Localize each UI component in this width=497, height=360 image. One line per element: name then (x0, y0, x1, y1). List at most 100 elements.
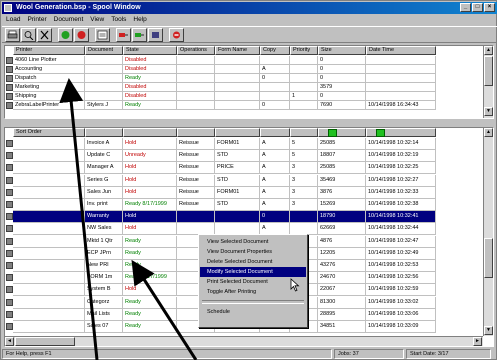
table-cell[interactable]: Hold (123, 284, 177, 297)
table-cell[interactable]: Mail Lists (85, 308, 123, 321)
column-header[interactable] (85, 128, 123, 137)
maximize-button[interactable]: □ (472, 3, 483, 12)
table-cell[interactable]: 1 (290, 92, 318, 101)
table-cell[interactable]: 0 (318, 92, 366, 101)
table-cell[interactable]: 3 (290, 199, 318, 211)
table-cell[interactable]: Ready (123, 101, 177, 110)
table-cell[interactable]: Sales 07 (85, 321, 123, 333)
table-cell[interactable]: Series G (85, 174, 123, 187)
table-cell[interactable] (215, 101, 260, 110)
scroll-thumb[interactable] (484, 238, 493, 278)
table-cell[interactable]: 18807 (318, 150, 366, 163)
table-cell[interactable]: Reissue (177, 174, 215, 187)
scroll-up-button[interactable]: ▲ (484, 46, 493, 55)
table-cell[interactable]: 10/14/1998 16:34:43 (366, 101, 436, 110)
table-cell[interactable] (366, 65, 436, 74)
context-menu-item[interactable]: View Selected Document (200, 237, 306, 247)
table-cell[interactable]: FORM01 (215, 138, 260, 150)
table-cell[interactable]: Mktd 1 Qtr (85, 235, 123, 248)
table-cell[interactable]: 35469 (318, 174, 366, 187)
printer-list-pane[interactable]: Printer Document State Operations Form Name C… (4, 45, 494, 119)
preview-button[interactable] (21, 27, 36, 42)
table-cell[interactable]: 10/14/1998 10:32:25 (366, 162, 436, 175)
menu-tools[interactable]: Tools (111, 15, 126, 25)
table-cell[interactable] (177, 56, 215, 65)
table-cell[interactable] (215, 65, 260, 74)
table-cell[interactable]: 10/14/1998 10:33:06 (366, 308, 436, 321)
column-header[interactable]: State (123, 46, 177, 55)
table-cell[interactable] (290, 101, 318, 110)
table-cell[interactable] (85, 56, 123, 65)
context-menu-item[interactable]: Schedule (200, 307, 306, 317)
table-cell[interactable]: 5 (290, 138, 318, 150)
table-cell[interactable]: 4876 (318, 235, 366, 248)
table-cell[interactable]: A (260, 138, 290, 150)
close-view-button[interactable] (169, 27, 184, 42)
table-cell[interactable] (177, 101, 215, 110)
table-cell[interactable]: NW Sales (85, 223, 123, 236)
table-cell[interactable]: Stylers J (85, 101, 123, 110)
table-cell[interactable]: 10/14/1998 10:32:44 (366, 223, 436, 236)
column-header[interactable]: Sort Order (13, 128, 85, 137)
table-cell[interactable]: Invoice A (85, 138, 123, 150)
table-cell[interactable]: Hold (123, 138, 177, 150)
table-cell[interactable]: 0 (260, 211, 290, 224)
table-cell[interactable]: 3579 (318, 83, 366, 92)
table-cell[interactable]: Hold (123, 162, 177, 175)
table-cell[interactable]: 25085 (318, 162, 366, 175)
column-header[interactable] (290, 128, 318, 137)
table-cell[interactable]: 3 (290, 186, 318, 199)
table-cell[interactable]: Disabled (123, 92, 177, 101)
context-menu-item[interactable]: Modify Selected Document (200, 267, 306, 277)
table-cell[interactable] (366, 74, 436, 83)
table-cell[interactable]: 10/14/1998 10:33:09 (366, 321, 436, 333)
table-cell[interactable]: A (260, 162, 290, 175)
table-cell[interactable] (260, 56, 290, 65)
table-cell[interactable]: Categorz (85, 296, 123, 309)
table-cell[interactable]: Update C (85, 150, 123, 163)
menu-load[interactable]: Load (6, 15, 20, 25)
table-cell[interactable] (177, 211, 215, 224)
table-cell[interactable]: Hold (123, 223, 177, 236)
table-cell[interactable] (290, 211, 318, 224)
delete-button[interactable] (37, 27, 52, 42)
table-cell[interactable]: 24670 (318, 272, 366, 285)
table-cell[interactable] (177, 65, 215, 74)
document-hscrollbar[interactable]: ◄ ► (5, 336, 483, 346)
table-cell[interactable]: A (260, 150, 290, 163)
table-cell[interactable]: System B (85, 284, 123, 297)
menu-help[interactable]: Help (133, 15, 146, 25)
table-cell[interactable]: Reissue (177, 199, 215, 211)
table-cell[interactable] (215, 74, 260, 83)
column-header[interactable]: Operations (177, 46, 215, 55)
table-cell[interactable]: FORM 1m (85, 272, 123, 285)
table-cell[interactable]: Shipping (13, 92, 85, 101)
table-cell[interactable]: 3 (290, 174, 318, 187)
column-header[interactable]: Document (85, 46, 123, 55)
title-bar[interactable]: Wool Generation.bsp - Spool Window _ □ × (2, 2, 497, 14)
table-cell[interactable]: Disabled (123, 65, 177, 74)
table-cell[interactable]: Reissue (177, 150, 215, 163)
table-cell[interactable]: Warranty (85, 211, 123, 224)
table-cell[interactable]: 3876 (318, 186, 366, 199)
context-menu-item[interactable]: Delete Selected Document (200, 257, 306, 267)
table-cell[interactable]: 10/14/1998 10:32:53 (366, 260, 436, 272)
context-menu-item[interactable]: View Document Properties (200, 247, 306, 257)
table-cell[interactable]: 15269 (318, 199, 366, 211)
properties-button[interactable] (95, 27, 110, 42)
table-cell[interactable]: Ready (123, 247, 177, 260)
table-cell[interactable]: 12205 (318, 247, 366, 260)
table-cell[interactable]: Ready (123, 235, 177, 248)
table-cell[interactable]: Ready 8/17/1999 (123, 199, 177, 211)
table-cell[interactable]: 18790 (318, 211, 366, 224)
table-cell[interactable]: Disabled (123, 56, 177, 65)
close-button[interactable]: × (484, 3, 495, 12)
table-cell[interactable]: Ready (123, 74, 177, 83)
table-cell[interactable]: STD (215, 150, 260, 163)
table-cell[interactable]: 10/14/1998 10:32:38 (366, 199, 436, 211)
document-scrollbar[interactable]: ▲ ▼ (483, 128, 493, 336)
table-cell[interactable]: Ready (123, 321, 177, 333)
table-cell[interactable] (290, 83, 318, 92)
table-cell[interactable]: 10/14/1998 10:32:14 (366, 138, 436, 150)
scroll-thumb[interactable] (484, 56, 493, 86)
